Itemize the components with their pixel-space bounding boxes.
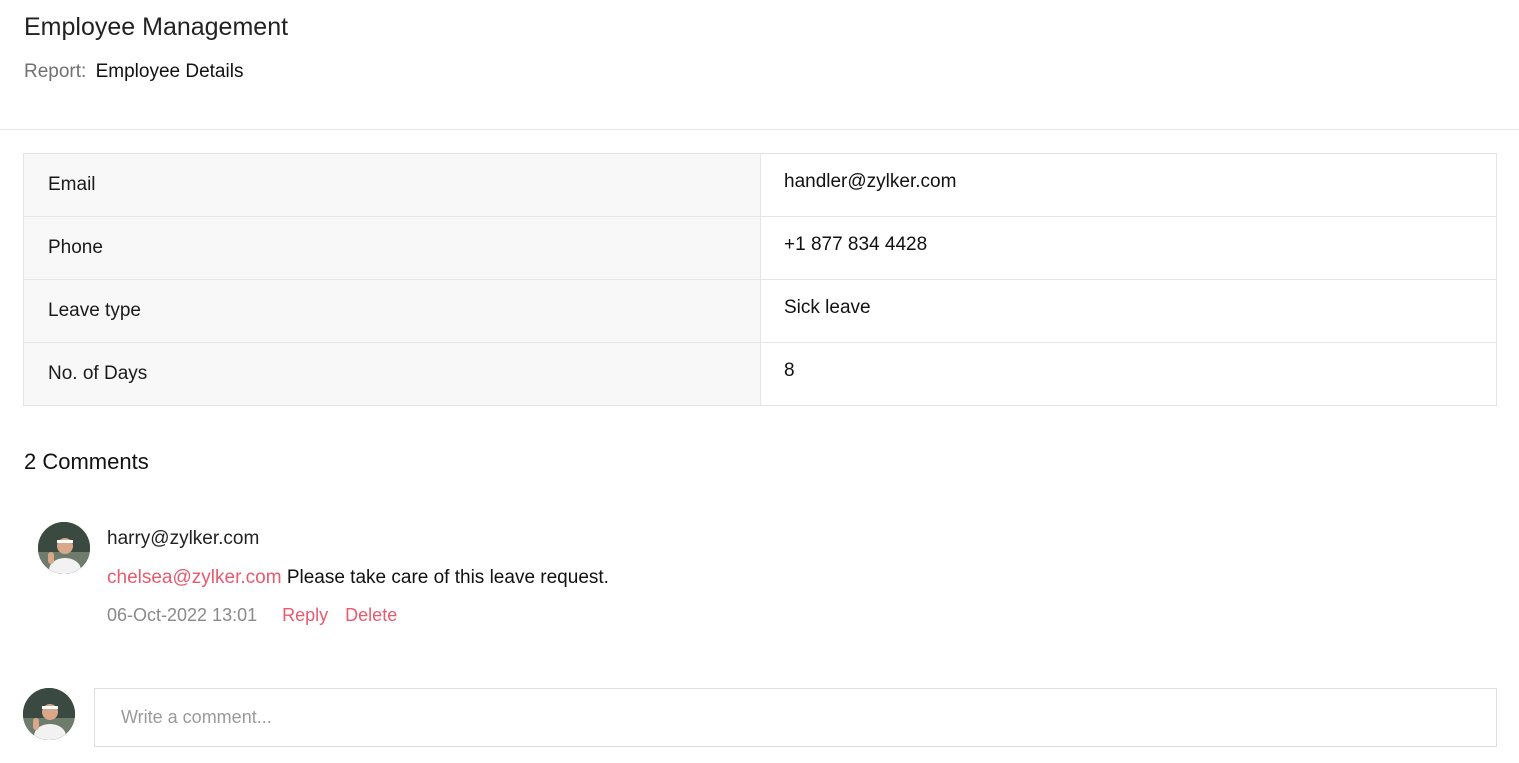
detail-value: handler@zylker.com xyxy=(784,171,957,192)
comments-count-heading: 2 Comments xyxy=(24,449,149,474)
breadcrumb-label: Report: xyxy=(24,61,87,82)
comment-author: harry@zylker.com xyxy=(107,528,260,549)
page-header: Employee Management Report: Employee Det… xyxy=(0,0,1519,130)
detail-label: Leave type xyxy=(24,280,761,342)
detail-row-leave-type: Leave type Sick leave xyxy=(24,280,1496,343)
app-title: Employee Management xyxy=(24,13,289,41)
user-avatar-photo-icon xyxy=(38,522,90,574)
detail-value: Sick leave xyxy=(784,297,871,318)
delete-link[interactable]: Delete xyxy=(345,605,397,625)
detail-label: Email xyxy=(24,154,761,216)
comment-input[interactable] xyxy=(94,688,1497,747)
comment-body: chelsea@zylker.com Please take care of t… xyxy=(107,567,609,589)
comment-meta: 06-Oct-2022 13:01 Reply Delete xyxy=(107,605,409,626)
detail-row-phone: Phone +1 877 834 4428 xyxy=(24,217,1496,280)
reply-link[interactable]: Reply xyxy=(282,605,328,625)
comment-text: Please take care of this leave request. xyxy=(286,567,609,588)
detail-label: No. of Days xyxy=(24,343,761,405)
breadcrumb-report-name: Employee Details xyxy=(95,61,244,82)
detail-value: 8 xyxy=(784,360,795,381)
comment-timestamp: 06-Oct-2022 13:01 xyxy=(107,605,258,625)
breadcrumb: Report: Employee Details xyxy=(24,61,243,83)
comment-mention-link[interactable]: chelsea@zylker.com xyxy=(107,567,282,588)
employee-details-table: Email handler@zylker.com Phone +1 877 83… xyxy=(23,153,1497,406)
detail-value: +1 877 834 4428 xyxy=(784,234,928,255)
current-user-avatar-icon xyxy=(23,688,75,740)
detail-label: Phone xyxy=(24,217,761,279)
detail-row-days: No. of Days 8 xyxy=(24,343,1496,405)
detail-row-email: Email handler@zylker.com xyxy=(24,154,1496,217)
